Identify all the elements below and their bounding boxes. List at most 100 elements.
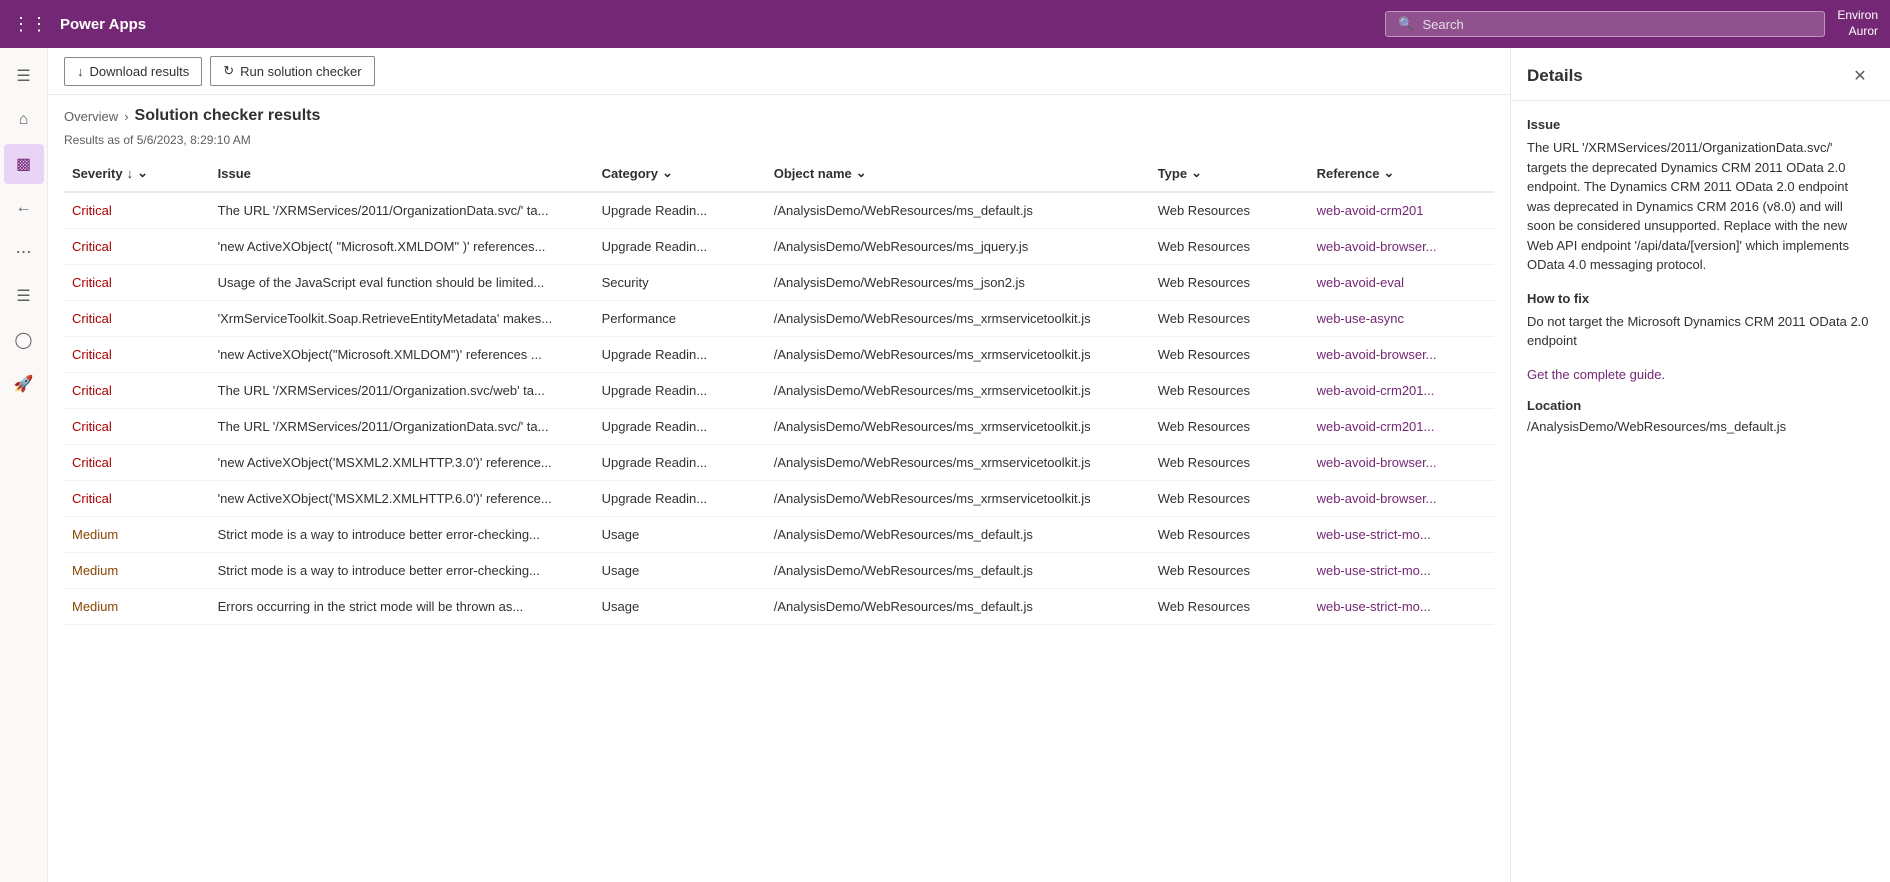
complete-guide-link[interactable]: Get the complete guide. [1527, 367, 1874, 382]
reference-link[interactable]: web-avoid-browser... [1317, 491, 1437, 506]
cell-type: Web Resources [1150, 481, 1309, 517]
reference-link[interactable]: web-avoid-browser... [1317, 455, 1437, 470]
results-info: Results as of 5/6/2023, 8:29:10 AM [48, 129, 1510, 155]
details-title: Details [1527, 66, 1583, 86]
category-filter-icon: ⌄ [662, 165, 673, 181]
reference-link[interactable]: web-avoid-browser... [1317, 239, 1437, 254]
table-row[interactable]: Critical The URL '/XRMServices/2011/Orga… [64, 409, 1494, 445]
cell-severity: Critical [64, 409, 210, 445]
cell-type: Web Resources [1150, 301, 1309, 337]
cell-reference: web-avoid-browser... [1309, 481, 1494, 517]
table-row[interactable]: Medium Errors occurring in the strict mo… [64, 589, 1494, 625]
reference-link[interactable]: web-avoid-crm201... [1317, 419, 1435, 434]
object-filter-icon: ⌄ [856, 165, 867, 181]
table-row[interactable]: Medium Strict mode is a way to introduce… [64, 517, 1494, 553]
download-label: Download results [90, 64, 190, 79]
left-sidebar: ☰ ⌂ ▩ ← ⋯ ☰ ◯ 🚀 [0, 48, 48, 882]
header-reference[interactable]: Reference ⌄ [1309, 155, 1494, 192]
cell-category: Upgrade Readin... [594, 337, 766, 373]
cell-category: Upgrade Readin... [594, 229, 766, 265]
cell-type: Web Resources [1150, 229, 1309, 265]
table-row[interactable]: Critical 'new ActiveXObject("Microsoft.X… [64, 337, 1494, 373]
run-solution-checker-button[interactable]: ↻ Run solution checker [210, 56, 374, 86]
cell-issue: 'new ActiveXObject('MSXML2.XMLHTTP.6.0')… [210, 481, 594, 517]
cell-category: Upgrade Readin... [594, 373, 766, 409]
cell-category: Upgrade Readin... [594, 481, 766, 517]
cell-type: Web Resources [1150, 192, 1309, 229]
download-results-button[interactable]: ↓ Download results [64, 57, 202, 86]
cell-severity: Critical [64, 301, 210, 337]
table-row[interactable]: Medium Strict mode is a way to introduce… [64, 553, 1494, 589]
sidebar-icon-apps[interactable]: ▩ [4, 144, 44, 184]
cell-severity: Critical [64, 192, 210, 229]
table-row[interactable]: Critical The URL '/XRMServices/2011/Orga… [64, 192, 1494, 229]
reference-link[interactable]: web-avoid-browser... [1317, 347, 1437, 362]
cell-issue: The URL '/XRMServices/2011/OrganizationD… [210, 409, 594, 445]
table-header: Severity ↓ ⌄ Issue Categ [64, 155, 1494, 192]
environment-area: Environ Auror [1837, 8, 1878, 39]
header-type[interactable]: Type ⌄ [1150, 155, 1309, 192]
table-row[interactable]: Critical 'XrmServiceToolkit.Soap.Retriev… [64, 301, 1494, 337]
cell-object: /AnalysisDemo/WebResources/ms_xrmservice… [766, 445, 1150, 481]
cell-type: Web Resources [1150, 373, 1309, 409]
table-row[interactable]: Critical 'new ActiveXObject('MSXML2.XMLH… [64, 445, 1494, 481]
table-row[interactable]: Critical Usage of the JavaScript eval fu… [64, 265, 1494, 301]
cell-severity: Medium [64, 517, 210, 553]
cell-category: Upgrade Readin... [594, 192, 766, 229]
sidebar-icon-home[interactable]: ⌂ [4, 100, 44, 140]
table-row[interactable]: Critical 'new ActiveXObject( "Microsoft.… [64, 229, 1494, 265]
table-row[interactable]: Critical The URL '/XRMServices/2011/Orga… [64, 373, 1494, 409]
cell-issue: 'new ActiveXObject('MSXML2.XMLHTTP.3.0')… [210, 445, 594, 481]
cell-object: /AnalysisDemo/WebResources/ms_default.js [766, 192, 1150, 229]
details-header: Details ✕ [1511, 48, 1890, 101]
cell-issue: The URL '/XRMServices/2011/OrganizationD… [210, 192, 594, 229]
sidebar-icon-history[interactable]: ◯ [4, 320, 44, 360]
sidebar-icon-list[interactable]: ☰ [4, 276, 44, 316]
cell-type: Web Resources [1150, 409, 1309, 445]
cell-object: /AnalysisDemo/WebResources/ms_xrmservice… [766, 481, 1150, 517]
cell-issue: Strict mode is a way to introduce better… [210, 553, 594, 589]
reference-link[interactable]: web-use-strict-mo... [1317, 527, 1431, 542]
header-issue[interactable]: Issue [210, 155, 594, 192]
how-to-fix-label: How to fix [1527, 291, 1874, 306]
filter-icon: ⌄ [137, 165, 148, 181]
cell-reference: web-use-strict-mo... [1309, 517, 1494, 553]
cell-type: Web Resources [1150, 517, 1309, 553]
env-label: Environ [1837, 8, 1878, 24]
cell-reference: web-avoid-crm201 [1309, 192, 1494, 229]
table-row[interactable]: Critical 'new ActiveXObject('MSXML2.XMLH… [64, 481, 1494, 517]
cell-category: Upgrade Readin... [594, 445, 766, 481]
reference-link[interactable]: web-avoid-crm201 [1317, 203, 1424, 218]
reference-link[interactable]: web-avoid-eval [1317, 275, 1404, 290]
breadcrumb-separator: › [124, 109, 128, 124]
sidebar-icon-rocket[interactable]: 🚀 [4, 364, 44, 404]
cell-object: /AnalysisDemo/WebResources/ms_default.js [766, 553, 1150, 589]
search-input[interactable] [1423, 17, 1813, 32]
cell-issue: Usage of the JavaScript eval function sh… [210, 265, 594, 301]
cell-type: Web Resources [1150, 553, 1309, 589]
content-area: ↓ Download results ↻ Run solution checke… [48, 48, 1510, 882]
reference-link[interactable]: web-use-strict-mo... [1317, 563, 1431, 578]
cell-severity: Medium [64, 589, 210, 625]
cell-severity: Medium [64, 553, 210, 589]
reference-link[interactable]: web-use-async [1317, 311, 1404, 326]
sidebar-icon-menu[interactable]: ☰ [4, 56, 44, 96]
sidebar-icon-back[interactable]: ← [4, 188, 44, 228]
download-icon: ↓ [77, 64, 84, 79]
results-table-wrapper: Severity ↓ ⌄ Issue Categ [48, 155, 1510, 882]
grid-icon[interactable]: ⋮⋮ [12, 14, 48, 35]
reference-link[interactable]: web-use-strict-mo... [1317, 599, 1431, 614]
details-close-button[interactable]: ✕ [1846, 62, 1874, 90]
header-severity[interactable]: Severity ↓ ⌄ [64, 155, 210, 192]
cell-object: /AnalysisDemo/WebResources/ms_default.js [766, 589, 1150, 625]
top-navigation: ⋮⋮ Power Apps 🔍 Environ Auror [0, 0, 1890, 48]
cell-issue: Errors occurring in the strict mode will… [210, 589, 594, 625]
reference-link[interactable]: web-avoid-crm201... [1317, 383, 1435, 398]
header-object-name[interactable]: Object name ⌄ [766, 155, 1150, 192]
header-category[interactable]: Category ⌄ [594, 155, 766, 192]
cell-category: Performance [594, 301, 766, 337]
type-filter-icon: ⌄ [1191, 165, 1202, 181]
cell-issue: 'XrmServiceToolkit.Soap.RetrieveEntityMe… [210, 301, 594, 337]
overview-link[interactable]: Overview [64, 109, 118, 124]
sidebar-icon-dots[interactable]: ⋯ [4, 232, 44, 272]
